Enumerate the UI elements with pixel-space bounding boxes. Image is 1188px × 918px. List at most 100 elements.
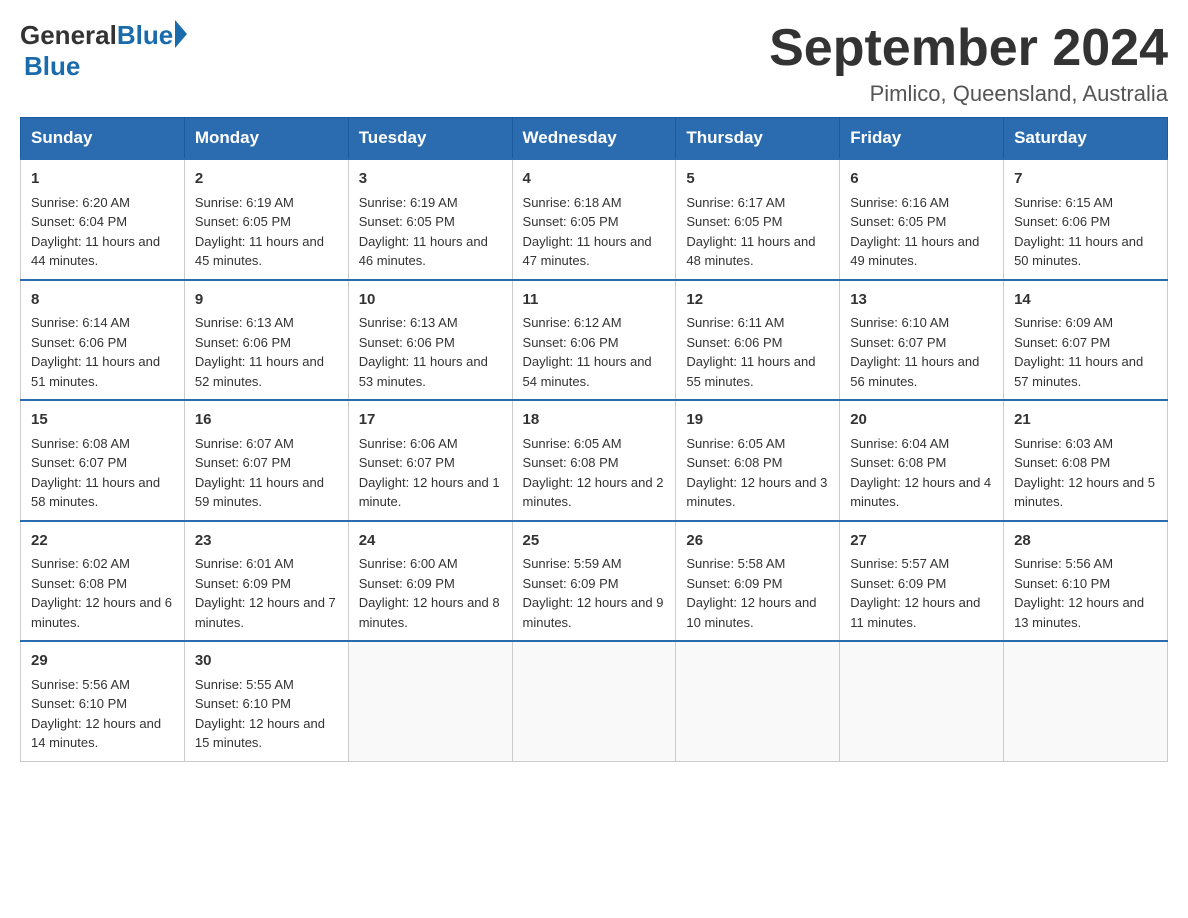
day-number: 8: [31, 289, 174, 312]
day-info: Sunrise: 6:10 AMSunset: 6:07 PMDaylight:…: [850, 315, 979, 389]
header-wednesday: Wednesday: [512, 118, 676, 160]
day-cell: 29 Sunrise: 5:56 AMSunset: 6:10 PMDaylig…: [21, 641, 185, 761]
day-cell: 23 Sunrise: 6:01 AMSunset: 6:09 PMDaylig…: [184, 521, 348, 642]
day-number: 15: [31, 409, 174, 432]
day-info: Sunrise: 6:17 AMSunset: 6:05 PMDaylight:…: [686, 195, 815, 269]
header-sunday: Sunday: [21, 118, 185, 160]
day-cell: 27 Sunrise: 5:57 AMSunset: 6:09 PMDaylig…: [840, 521, 1004, 642]
day-cell: 1 Sunrise: 6:20 AMSunset: 6:04 PMDayligh…: [21, 159, 185, 280]
day-info: Sunrise: 6:15 AMSunset: 6:06 PMDaylight:…: [1014, 195, 1143, 269]
day-info: Sunrise: 6:13 AMSunset: 6:06 PMDaylight:…: [195, 315, 324, 389]
day-number: 10: [359, 289, 502, 312]
day-number: 28: [1014, 530, 1157, 553]
day-info: Sunrise: 5:56 AMSunset: 6:10 PMDaylight:…: [1014, 556, 1144, 630]
day-info: Sunrise: 6:11 AMSunset: 6:06 PMDaylight:…: [686, 315, 815, 389]
day-info: Sunrise: 5:58 AMSunset: 6:09 PMDaylight:…: [686, 556, 816, 630]
day-cell: 15 Sunrise: 6:08 AMSunset: 6:07 PMDaylig…: [21, 400, 185, 521]
day-cell: [512, 641, 676, 761]
day-info: Sunrise: 6:18 AMSunset: 6:05 PMDaylight:…: [523, 195, 652, 269]
day-info: Sunrise: 6:02 AMSunset: 6:08 PMDaylight:…: [31, 556, 172, 630]
day-cell: 28 Sunrise: 5:56 AMSunset: 6:10 PMDaylig…: [1004, 521, 1168, 642]
day-number: 3: [359, 168, 502, 191]
day-cell: 19 Sunrise: 6:05 AMSunset: 6:08 PMDaylig…: [676, 400, 840, 521]
day-number: 13: [850, 289, 993, 312]
day-info: Sunrise: 6:19 AMSunset: 6:05 PMDaylight:…: [195, 195, 324, 269]
day-cell: 8 Sunrise: 6:14 AMSunset: 6:06 PMDayligh…: [21, 280, 185, 401]
day-cell: 11 Sunrise: 6:12 AMSunset: 6:06 PMDaylig…: [512, 280, 676, 401]
day-cell: 26 Sunrise: 5:58 AMSunset: 6:09 PMDaylig…: [676, 521, 840, 642]
day-number: 16: [195, 409, 338, 432]
day-number: 1: [31, 168, 174, 191]
day-number: 25: [523, 530, 666, 553]
day-cell: 7 Sunrise: 6:15 AMSunset: 6:06 PMDayligh…: [1004, 159, 1168, 280]
logo-triangle-icon: [175, 20, 187, 48]
day-number: 17: [359, 409, 502, 432]
header-monday: Monday: [184, 118, 348, 160]
day-info: Sunrise: 6:03 AMSunset: 6:08 PMDaylight:…: [1014, 436, 1155, 510]
day-info: Sunrise: 6:06 AMSunset: 6:07 PMDaylight:…: [359, 436, 500, 510]
day-cell: 24 Sunrise: 6:00 AMSunset: 6:09 PMDaylig…: [348, 521, 512, 642]
day-info: Sunrise: 6:07 AMSunset: 6:07 PMDaylight:…: [195, 436, 324, 510]
day-cell: 3 Sunrise: 6:19 AMSunset: 6:05 PMDayligh…: [348, 159, 512, 280]
day-info: Sunrise: 6:01 AMSunset: 6:09 PMDaylight:…: [195, 556, 336, 630]
day-number: 4: [523, 168, 666, 191]
day-cell: 6 Sunrise: 6:16 AMSunset: 6:05 PMDayligh…: [840, 159, 1004, 280]
day-number: 30: [195, 650, 338, 673]
day-info: Sunrise: 6:20 AMSunset: 6:04 PMDaylight:…: [31, 195, 160, 269]
day-cell: [840, 641, 1004, 761]
calendar-table: SundayMondayTuesdayWednesdayThursdayFrid…: [20, 117, 1168, 762]
day-number: 18: [523, 409, 666, 432]
week-row-3: 15 Sunrise: 6:08 AMSunset: 6:07 PMDaylig…: [21, 400, 1168, 521]
day-cell: 22 Sunrise: 6:02 AMSunset: 6:08 PMDaylig…: [21, 521, 185, 642]
day-cell: 21 Sunrise: 6:03 AMSunset: 6:08 PMDaylig…: [1004, 400, 1168, 521]
header-thursday: Thursday: [676, 118, 840, 160]
logo-blue-label: Blue: [24, 51, 80, 82]
day-number: 26: [686, 530, 829, 553]
week-row-5: 29 Sunrise: 5:56 AMSunset: 6:10 PMDaylig…: [21, 641, 1168, 761]
day-info: Sunrise: 6:00 AMSunset: 6:09 PMDaylight:…: [359, 556, 500, 630]
day-number: 5: [686, 168, 829, 191]
day-info: Sunrise: 6:12 AMSunset: 6:06 PMDaylight:…: [523, 315, 652, 389]
week-row-4: 22 Sunrise: 6:02 AMSunset: 6:08 PMDaylig…: [21, 521, 1168, 642]
day-info: Sunrise: 5:59 AMSunset: 6:09 PMDaylight:…: [523, 556, 664, 630]
logo: General Blue Blue: [20, 20, 187, 82]
day-cell: 13 Sunrise: 6:10 AMSunset: 6:07 PMDaylig…: [840, 280, 1004, 401]
day-number: 24: [359, 530, 502, 553]
day-number: 9: [195, 289, 338, 312]
logo-general-text: General: [20, 20, 117, 51]
day-cell: 17 Sunrise: 6:06 AMSunset: 6:07 PMDaylig…: [348, 400, 512, 521]
day-number: 7: [1014, 168, 1157, 191]
title-block: September 2024 Pimlico, Queensland, Aust…: [769, 20, 1168, 107]
day-cell: 12 Sunrise: 6:11 AMSunset: 6:06 PMDaylig…: [676, 280, 840, 401]
day-info: Sunrise: 6:14 AMSunset: 6:06 PMDaylight:…: [31, 315, 160, 389]
day-cell: 9 Sunrise: 6:13 AMSunset: 6:06 PMDayligh…: [184, 280, 348, 401]
day-number: 21: [1014, 409, 1157, 432]
day-cell: 5 Sunrise: 6:17 AMSunset: 6:05 PMDayligh…: [676, 159, 840, 280]
day-cell: [1004, 641, 1168, 761]
page-header: General Blue Blue September 2024 Pimlico…: [20, 20, 1168, 107]
day-number: 29: [31, 650, 174, 673]
header-friday: Friday: [840, 118, 1004, 160]
day-number: 14: [1014, 289, 1157, 312]
calendar-subtitle: Pimlico, Queensland, Australia: [769, 81, 1168, 107]
day-cell: 20 Sunrise: 6:04 AMSunset: 6:08 PMDaylig…: [840, 400, 1004, 521]
day-cell: 16 Sunrise: 6:07 AMSunset: 6:07 PMDaylig…: [184, 400, 348, 521]
day-cell: 30 Sunrise: 5:55 AMSunset: 6:10 PMDaylig…: [184, 641, 348, 761]
day-cell: 14 Sunrise: 6:09 AMSunset: 6:07 PMDaylig…: [1004, 280, 1168, 401]
day-cell: 4 Sunrise: 6:18 AMSunset: 6:05 PMDayligh…: [512, 159, 676, 280]
header-saturday: Saturday: [1004, 118, 1168, 160]
day-info: Sunrise: 6:05 AMSunset: 6:08 PMDaylight:…: [523, 436, 664, 510]
day-number: 6: [850, 168, 993, 191]
day-number: 27: [850, 530, 993, 553]
day-cell: 25 Sunrise: 5:59 AMSunset: 6:09 PMDaylig…: [512, 521, 676, 642]
day-info: Sunrise: 6:04 AMSunset: 6:08 PMDaylight:…: [850, 436, 991, 510]
day-info: Sunrise: 6:19 AMSunset: 6:05 PMDaylight:…: [359, 195, 488, 269]
day-number: 2: [195, 168, 338, 191]
header-tuesday: Tuesday: [348, 118, 512, 160]
calendar-title: September 2024: [769, 20, 1168, 77]
day-cell: [348, 641, 512, 761]
day-info: Sunrise: 6:16 AMSunset: 6:05 PMDaylight:…: [850, 195, 979, 269]
day-cell: 18 Sunrise: 6:05 AMSunset: 6:08 PMDaylig…: [512, 400, 676, 521]
day-info: Sunrise: 6:05 AMSunset: 6:08 PMDaylight:…: [686, 436, 827, 510]
day-info: Sunrise: 5:55 AMSunset: 6:10 PMDaylight:…: [195, 677, 325, 751]
